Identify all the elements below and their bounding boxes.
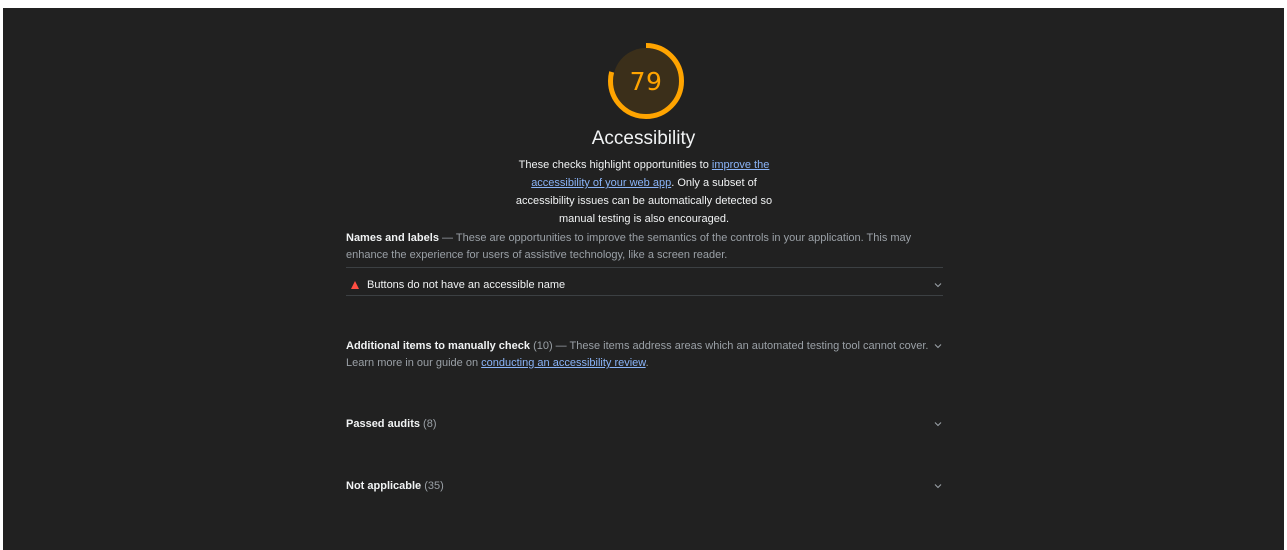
names-labels-title: Names and labels: [346, 232, 439, 244]
manual-checks-title: Additional items to manually check: [346, 340, 530, 352]
manual-checks-count: (10): [533, 340, 553, 352]
chevron-down-icon[interactable]: [933, 280, 943, 290]
category-title: Accessibility: [591, 128, 696, 149]
chevron-down-icon[interactable]: [933, 481, 943, 491]
separator: —: [552, 340, 570, 352]
audit-title: Buttons do not have an accessible name: [367, 279, 566, 291]
chevron-down-icon[interactable]: [933, 419, 943, 429]
separator: —: [438, 232, 456, 244]
passed-audits-group[interactable]: Passed audits (8): [346, 415, 943, 433]
period: .: [645, 357, 649, 369]
score-gauge[interactable]: 79: [605, 40, 687, 122]
names-labels-description: Names and labels — These are opportuniti…: [346, 230, 943, 264]
passed-audits-count: (8): [423, 418, 437, 430]
names-labels-group: Names and labels — These are opportuniti…: [346, 230, 943, 264]
fail-triangle-icon: [351, 281, 359, 289]
category-description: These checks highlight opportunities to …: [509, 156, 779, 228]
score-value: 79: [629, 66, 663, 96]
accessibility-review-link[interactable]: conducting an accessibility review: [481, 357, 645, 369]
report-viewport: 79 Accessibility These checks highlight …: [3, 8, 1284, 550]
category-description-text: These checks highlight opportunities to: [518, 159, 712, 171]
manual-checks-description: Additional items to manually check (10) …: [346, 338, 931, 372]
audit-divider-top: [346, 267, 943, 268]
passed-audits-title: Passed audits: [346, 418, 420, 430]
not-applicable-count: (35): [424, 480, 444, 492]
audit-divider-bottom: [346, 295, 943, 296]
not-applicable-title: Not applicable: [346, 480, 422, 492]
manual-checks-group[interactable]: Additional items to manually check (10) …: [346, 338, 943, 372]
chevron-down-icon[interactable]: [933, 341, 943, 351]
not-applicable-group[interactable]: Not applicable (35): [346, 477, 943, 495]
